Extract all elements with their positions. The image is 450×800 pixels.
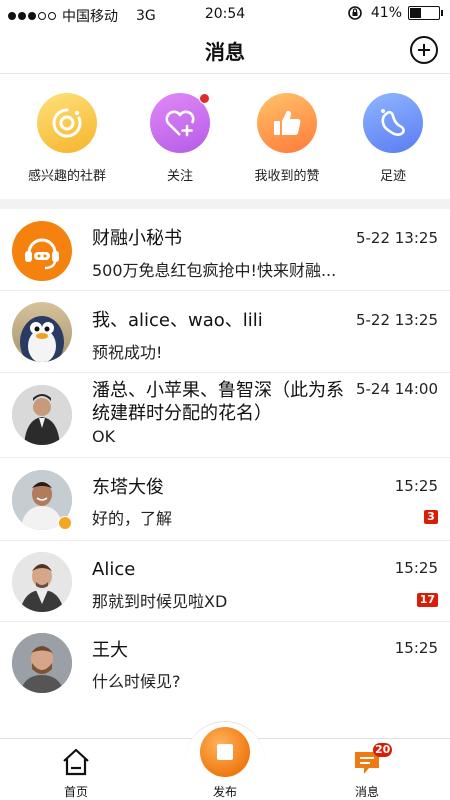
tab-home[interactable]: 首页 [36, 747, 116, 799]
page-title: 消息 [205, 40, 245, 64]
chat-row[interactable]: 东塔大俊 15:25 好的，了解 3 [0, 458, 450, 541]
chat-time: 5-24 14:00 [355, 380, 438, 398]
chat-message: 那就到时候见啦XD [92, 592, 228, 611]
section-divider [0, 199, 450, 209]
new-dot [199, 93, 210, 104]
man-suit-image [12, 385, 72, 445]
tab-bar: 首页 发布 20 消息 [0, 721, 450, 800]
chat-list: 财融小秘书 5-22 13:25 500万免息红包疯抢中!快来财融... 我、a… [0, 209, 450, 704]
chat-message: OK [92, 427, 116, 446]
shortcut-footprints[interactable]: 足迹 [338, 93, 448, 184]
chat-time: 5-22 13:25 [355, 311, 438, 329]
verified-badge-icon [58, 516, 72, 530]
chat-time: 15:25 [394, 559, 438, 577]
unread-badge: 3 [424, 510, 438, 524]
chat-message: 什么时候见? [92, 672, 181, 691]
chat-row[interactable]: 王大 15:25 什么时候见? [0, 622, 450, 704]
bearded-man-image [12, 633, 72, 693]
shortcut-label: 感兴趣的社群 [27, 169, 106, 184]
footprint-icon [363, 93, 423, 153]
shortcut-follow[interactable]: 关注 [125, 93, 235, 184]
plus-circle-icon[interactable] [410, 36, 438, 64]
shortcut-label: 我收到的赞 [254, 169, 320, 184]
footprint-glyph [381, 109, 405, 136]
community-glyph [52, 108, 82, 138]
chat-time: 5-22 13:25 [355, 229, 438, 247]
man-jacket-avatar [12, 552, 72, 612]
home-icon [63, 748, 89, 776]
status-bar: 中国移动 3G 20:54 41% [0, 0, 450, 28]
battery-level [410, 8, 422, 18]
thumbs-up-icon [257, 93, 317, 153]
chat-time: 15:25 [394, 477, 438, 495]
publish-icon[interactable] [200, 727, 250, 777]
man-jacket-image [12, 552, 72, 612]
thumbs-up-glyph [274, 110, 301, 136]
headset-icon [25, 238, 59, 270]
chat-name: 东塔大俊 [92, 477, 164, 498]
chat-name: 财融小秘书 [92, 228, 182, 249]
chat-row[interactable]: 财融小秘书 5-22 13:25 500万免息红包疯抢中!快来财融... [0, 209, 450, 291]
chat-time: 15:25 [394, 639, 438, 657]
chat-message: 500万免息红包疯抢中!快来财融... [92, 261, 337, 280]
chat-name: 我、alice、wao、lili [92, 310, 263, 331]
man-suit-avatar [12, 385, 72, 445]
rotation-lock-icon [348, 6, 362, 20]
status-right: 41% [347, 5, 443, 21]
community-icon [37, 93, 97, 153]
shortcut-row: 感兴趣的社群 关注 我收到的赞 足迹 [0, 75, 450, 199]
chat-message: 好的，了解 [92, 509, 173, 528]
chat-name: 潘总、小苹果、鲁智深（此为系统建群时分配的花名） [92, 380, 344, 424]
publish-glyph [217, 744, 233, 760]
heart-plus-icon [150, 93, 210, 153]
chat-name: 王大 [92, 640, 128, 661]
unread-badge: 17 [416, 593, 438, 607]
chat-row[interactable]: 我、alice、wao、lili 5-22 13:25 预祝成功! [0, 291, 450, 373]
shortcut-label: 关注 [166, 169, 193, 184]
chat-row[interactable]: 潘总、小苹果、鲁智深（此为系统建群时分配的花名） 5-24 14:00 OK [0, 373, 450, 458]
battery-icon [408, 6, 443, 20]
chat-row[interactable]: Alice 15:25 那就到时候见啦XD 17 [0, 541, 450, 622]
penguin-image [20, 316, 64, 362]
shortcut-label: 足迹 [379, 169, 406, 184]
tab-unread-badge: 20 [373, 743, 393, 757]
shortcut-interested-groups[interactable]: 感兴趣的社群 [12, 93, 122, 184]
battery-percent: 41% [370, 5, 402, 21]
tab-label: 发布 [212, 785, 237, 799]
chat-message: 预祝成功! [92, 343, 163, 362]
penguin-avatar [12, 302, 72, 362]
tab-messages[interactable]: 20 消息 [327, 743, 407, 799]
shortcut-likes-received[interactable]: 我收到的赞 [232, 93, 342, 184]
customer-service-avatar [12, 221, 72, 281]
bearded-man-avatar [12, 633, 72, 693]
messages-screen: 中国移动 3G 20:54 41% 消息 感兴趣的社群 关注 我收到的赞 足迹 … [0, 0, 450, 800]
chat-name: Alice [92, 559, 136, 580]
tab-label: 消息 [354, 785, 379, 799]
heart-plus-glyph [165, 110, 195, 137]
nav-bar: 消息 [0, 28, 450, 74]
tab-label: 首页 [63, 785, 88, 799]
